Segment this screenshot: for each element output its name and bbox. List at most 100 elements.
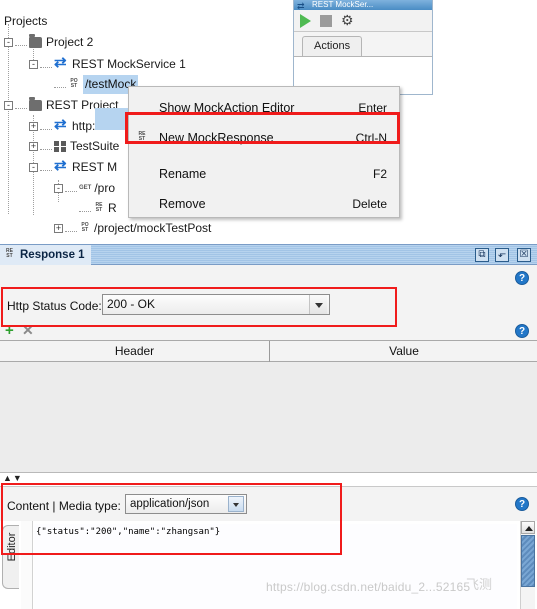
chevron-down-icon[interactable] — [228, 496, 244, 512]
editor-vertical-scrollbar[interactable] — [520, 521, 535, 609]
tree-dots — [65, 185, 77, 193]
tree-toggle-expand[interactable]: + — [54, 224, 63, 234]
response-editor-panel: RE ST Response 1 ⧉ ⬐ ☒ ? Http Status Code… — [0, 244, 537, 609]
plus-icon[interactable]: + — [5, 323, 18, 338]
tab-editor[interactable]: Editor — [2, 525, 19, 589]
menu-item-remove[interactable]: Remove Delete — [129, 189, 399, 219]
tree-toggle-collapse[interactable]: - — [4, 101, 13, 111]
mockservice-icon — [54, 156, 68, 175]
editor-content-text[interactable]: {"status":"200","name":"zhangsan"} — [34, 524, 517, 609]
rest-icon: RE ST — [6, 248, 13, 259]
menu-item-show-mockaction-editor[interactable]: Show MockAction Editor Enter — [129, 93, 399, 123]
http-status-label: Http Status Code: — [7, 299, 102, 313]
testsuite-icon — [54, 141, 66, 153]
menu-item-rename[interactable]: Rename F2 — [129, 159, 399, 189]
tree-toggle-collapse[interactable]: - — [4, 38, 13, 48]
panel-splitter[interactable]: ▲▼ — [0, 472, 537, 486]
menu-item-label: New MockResponse — [159, 131, 274, 145]
tree-item-label: TestSuite — [70, 139, 120, 154]
folder-icon — [29, 34, 42, 49]
tree-dots — [40, 61, 52, 69]
menu-item-shortcut: Ctrl-N — [355, 131, 387, 145]
rest-icon: RE ST — [95, 201, 103, 213]
chevron-down-icon[interactable] — [309, 295, 327, 314]
restore-icon[interactable]: ⧉ — [475, 248, 489, 262]
help-icon[interactable]: ? — [515, 271, 529, 285]
tree-item-label: R — [108, 201, 117, 216]
rest-post-icon: PO ST — [81, 221, 89, 233]
menu-item-label: Rename — [159, 167, 207, 181]
tree-dots — [65, 225, 77, 233]
tree-item-mocktestpost[interactable]: + PO ST/project/mockTestPost — [54, 219, 211, 238]
tab-editor-label: Editor — [6, 532, 18, 562]
page-title: Response 1 — [20, 249, 85, 261]
help-icon[interactable]: ? — [515, 324, 529, 338]
mockservice-tabstrip: Actions — [294, 32, 432, 56]
column-header-value[interactable]: Value — [271, 341, 537, 362]
mockservice-selected-row[interactable] — [95, 108, 131, 130]
maximize-icon[interactable]: ⬐ — [495, 248, 509, 262]
tree-toggle-expand[interactable]: + — [29, 142, 38, 152]
play-icon[interactable] — [300, 13, 311, 28]
navigator-area: Projects -Project 2 -REST MockService 1 … — [0, 0, 537, 240]
tree-toggle-collapse[interactable]: - — [54, 184, 63, 194]
tree-dots — [40, 164, 52, 172]
tree-item-project-2[interactable]: - Project 2 — [4, 33, 93, 52]
editor-gutter — [21, 521, 33, 609]
tree-root-projects[interactable]: Projects — [4, 12, 47, 31]
response-titlebar: RE ST Response 1 ⧉ ⬐ ☒ — [0, 245, 537, 265]
tab-actions[interactable]: Actions — [302, 36, 363, 56]
mockservice-icon: ⇄ — [297, 1, 305, 11]
media-type-select[interactable]: application/json — [125, 494, 247, 514]
tree-item-rest-mockservice-1[interactable]: - REST MockService 1 — [29, 53, 186, 74]
menu-item-shortcut: Delete — [352, 197, 387, 211]
tree-item-label: /project/mockTestPost — [94, 221, 212, 236]
tree-toggle-collapse[interactable]: - — [29, 60, 38, 70]
stop-icon[interactable] — [320, 14, 332, 27]
http-status-value: 200 - OK — [107, 297, 156, 311]
response-title-group: RE ST Response 1 — [0, 245, 91, 265]
menu-item-label: Remove — [159, 197, 206, 211]
app-window: Projects -Project 2 -REST MockService 1 … — [0, 0, 537, 609]
tree-root-label: Projects — [4, 14, 48, 29]
tree-item-rest-mockservice-2[interactable]: - REST M — [29, 156, 117, 177]
tree-item-project-get[interactable]: - GET/pro — [54, 179, 115, 198]
headers-toolbar: + ✕ ? — [0, 323, 537, 340]
tree-item-testsuite[interactable]: + TestSuite — [29, 137, 119, 156]
media-type-value: application/json — [130, 498, 210, 510]
content-media-label: Content | Media type: — [7, 499, 121, 513]
tree-guide-line — [8, 24, 9, 214]
tree-dots — [15, 39, 27, 47]
tree-toggle-expand[interactable]: + — [29, 122, 38, 132]
mockservice-title: REST MockSer... — [312, 0, 374, 9]
tree-item-label: Project 2 — [46, 35, 94, 50]
context-menu[interactable]: Show MockAction Editor Enter RE ST New Mo… — [125, 86, 400, 219]
http-status-select[interactable]: 200 - OK — [102, 294, 330, 315]
watermark-url: https://blog.csdn.net/baidu_2...52165 — [266, 580, 471, 594]
scroll-up-icon[interactable] — [521, 521, 535, 534]
delete-x-icon[interactable]: ✕ — [22, 323, 35, 337]
tree-item-testmock[interactable]: PO ST/testMock — [54, 75, 139, 95]
scrollbar-thumb[interactable] — [521, 535, 535, 587]
headers-table-body[interactable] — [0, 362, 537, 472]
column-header-header[interactable]: Header — [0, 341, 270, 362]
menu-item-new-mockresponse[interactable]: RE ST New MockResponse Ctrl-N — [129, 123, 399, 153]
menu-item-shortcut: F2 — [372, 167, 387, 181]
help-icon[interactable]: ? — [515, 497, 529, 511]
gear-icon[interactable]: ⚙ — [341, 13, 354, 27]
folder-icon — [29, 97, 42, 112]
close-icon[interactable]: ☒ — [517, 248, 531, 262]
watermark-mark: 飞测 — [466, 577, 493, 592]
tree-item-label: /pro — [94, 181, 116, 196]
tree-dots — [54, 81, 66, 89]
response-body-editor: Editor {"status":"200","name":"zhangsan"… — [0, 521, 537, 609]
rest-icon: RE ST — [138, 131, 146, 142]
menu-item-label: Show MockAction Editor — [159, 101, 295, 115]
collapse-chevrons-icon[interactable]: ▲▼ — [3, 473, 23, 483]
tree-item-response-r[interactable]: RE ST R — [79, 199, 117, 218]
tree-dots — [40, 143, 52, 151]
tree-toggle-collapse[interactable]: - — [29, 163, 38, 173]
mockservice-icon — [54, 53, 68, 72]
menu-item-shortcut: Enter — [358, 101, 387, 115]
mockservice-icon — [54, 115, 68, 134]
